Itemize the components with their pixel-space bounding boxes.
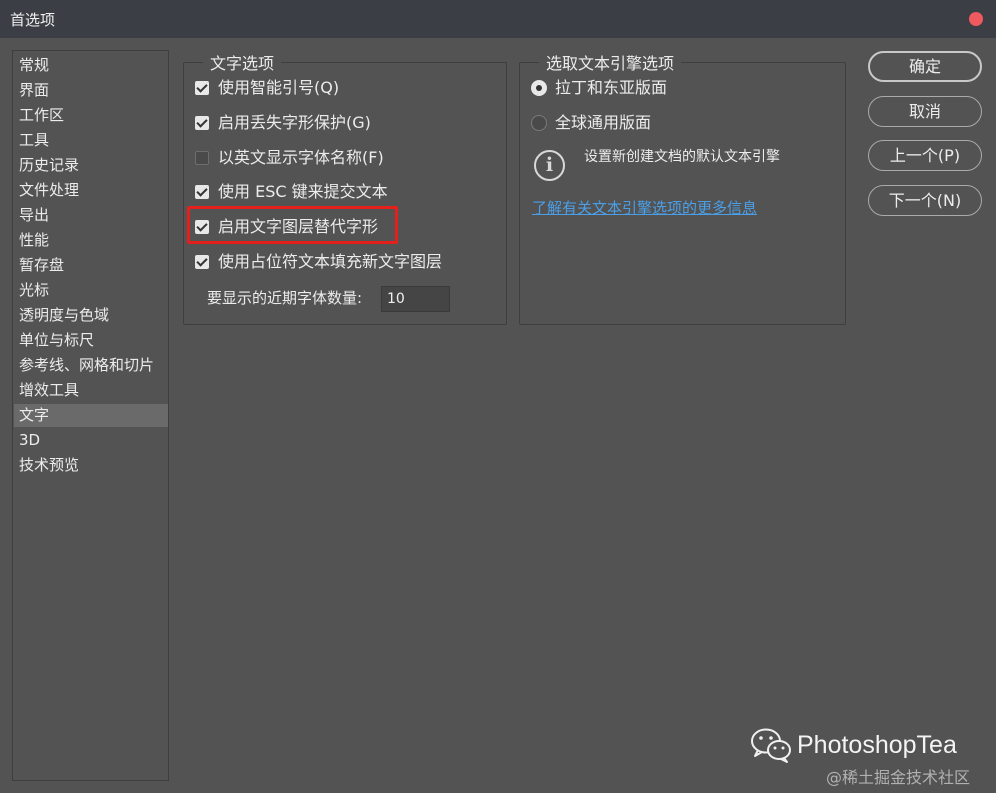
sidebar-item-tools[interactable]: 工具 [14, 129, 168, 152]
alternate-glyphs-checkbox[interactable] [195, 220, 209, 234]
esc-commit-label[interactable]: 使用 ESC 键来提交文本 [218, 180, 388, 204]
sidebar-item-performance[interactable]: 性能 [14, 229, 168, 252]
esc-commit-checkbox[interactable] [195, 185, 209, 199]
world-ready-radio[interactable] [531, 115, 547, 131]
ok-button[interactable]: 确定 [868, 51, 982, 82]
world-ready-label[interactable]: 全球通用版面 [555, 111, 651, 135]
engine-info-text: 设置新创建文档的默认文本引擎 [584, 149, 780, 165]
missing-glyph-protection-checkbox[interactable] [195, 116, 209, 130]
smart-quotes-label[interactable]: 使用智能引号(Q) [218, 76, 339, 100]
sidebar-item-type[interactable]: 文字 [14, 404, 168, 427]
placeholder-text-label[interactable]: 使用占位符文本填充新文字图层 [218, 250, 442, 274]
sidebar-item-technology-previews[interactable]: 技术预览 [14, 454, 168, 477]
text-engine-options-legend: 选取文本引擎选项 [546, 54, 675, 73]
english-font-names-label[interactable]: 以英文显示字体名称(F) [218, 146, 384, 170]
sidebar-item-scratch-disks[interactable]: 暂存盘 [14, 254, 168, 277]
placeholder-text-checkbox[interactable] [195, 255, 209, 269]
close-button[interactable] [969, 12, 983, 26]
sidebar-item-interface[interactable]: 界面 [14, 79, 168, 102]
sidebar-item-export[interactable]: 导出 [14, 204, 168, 227]
smart-quotes-checkbox[interactable] [195, 81, 209, 95]
latin-east-asian-radio[interactable] [531, 80, 547, 96]
title-bar: 首选项 [0, 0, 996, 38]
cancel-button[interactable]: 取消 [868, 96, 982, 127]
previous-button[interactable]: 上一个(P) [868, 140, 982, 171]
info-icon: i [534, 150, 565, 181]
learn-more-link[interactable]: 了解有关文本引擎选项的更多信息 [532, 197, 757, 218]
sidebar-item-guides-grid-slices[interactable]: 参考线、网格和切片 [14, 354, 168, 377]
sidebar-item-3d[interactable]: 3D [14, 429, 168, 452]
sidebar-item-transparency-gamut[interactable]: 透明度与色域 [14, 304, 168, 327]
missing-glyph-protection-label[interactable]: 启用丢失字形保护(G) [218, 111, 371, 135]
preferences-category-list: 常规 界面 工作区 工具 历史记录 文件处理 导出 性能 暂存盘 光标 透明度与… [12, 50, 169, 781]
wechat-icon [751, 728, 791, 763]
window-title: 首选项 [10, 11, 56, 29]
recent-fonts-label: 要显示的近期字体数量: [207, 289, 363, 307]
sidebar-item-general[interactable]: 常规 [14, 54, 168, 77]
sidebar-item-workspace[interactable]: 工作区 [14, 104, 168, 127]
sidebar-item-plugins[interactable]: 增效工具 [14, 379, 168, 402]
recent-fonts-count-input[interactable] [381, 286, 450, 312]
text-options-legend: 文字选项 [210, 54, 275, 73]
sidebar-item-units-rulers[interactable]: 单位与标尺 [14, 329, 168, 352]
watermark-title: PhotoshopTea [797, 731, 957, 759]
sidebar-item-history[interactable]: 历史记录 [14, 154, 168, 177]
alternate-glyphs-label[interactable]: 启用文字图层替代字形 [218, 215, 378, 239]
latin-east-asian-label[interactable]: 拉丁和东亚版面 [555, 76, 667, 100]
sidebar-item-file-handling[interactable]: 文件处理 [14, 179, 168, 202]
english-font-names-checkbox[interactable] [195, 151, 209, 165]
watermark-subtitle: @稀土掘金技术社区 [826, 768, 971, 787]
sidebar-item-cursors[interactable]: 光标 [14, 279, 168, 302]
next-button[interactable]: 下一个(N) [868, 185, 982, 216]
